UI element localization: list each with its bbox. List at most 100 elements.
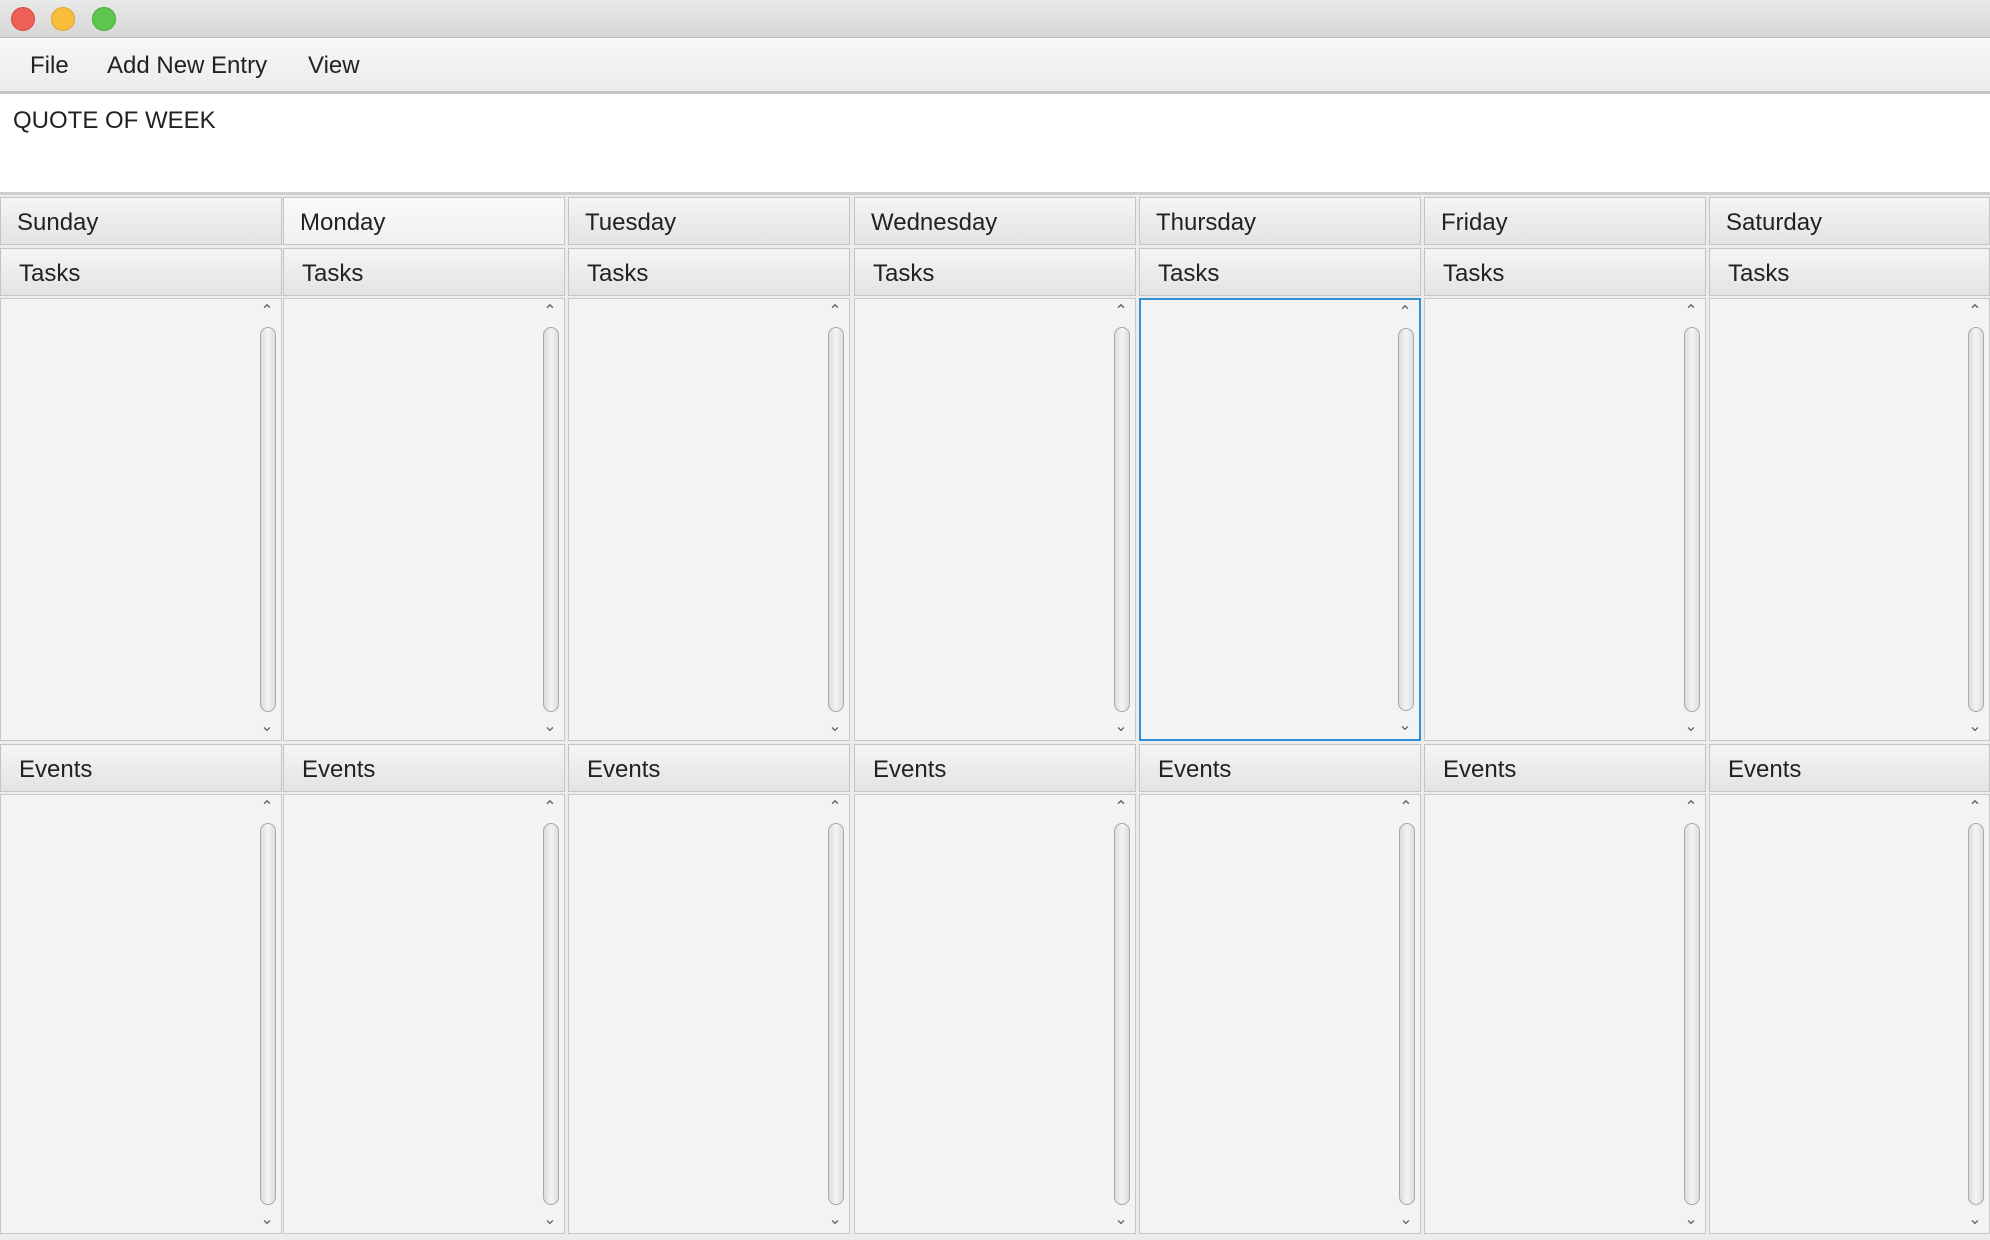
chevron-up-icon[interactable]: ⌃ bbox=[1392, 797, 1420, 819]
day-header-wednesday[interactable]: Wednesday bbox=[854, 197, 1136, 245]
vertical-scrollbar[interactable]: ⌃ ⌄ bbox=[1107, 299, 1135, 740]
day-name-label: Wednesday bbox=[871, 209, 998, 236]
events-label: Events bbox=[302, 756, 376, 783]
tasks-list-saturday[interactable]: ⌃ ⌄ bbox=[1709, 298, 1990, 741]
chevron-down-icon[interactable]: ⌄ bbox=[1677, 716, 1705, 738]
menu-file[interactable]: File bbox=[30, 52, 69, 80]
vertical-scrollbar[interactable]: ⌃ ⌄ bbox=[253, 299, 281, 740]
menu-add-new-entry[interactable]: Add New Entry bbox=[107, 52, 267, 80]
day-header-sunday[interactable]: Sunday bbox=[0, 197, 282, 245]
chevron-down-icon[interactable]: ⌄ bbox=[1961, 716, 1989, 738]
menu-view[interactable]: View bbox=[308, 52, 360, 80]
tasks-header-sunday: Tasks bbox=[0, 248, 282, 296]
vertical-scrollbar[interactable]: ⌃ ⌄ bbox=[536, 299, 564, 740]
minimize-window-button[interactable] bbox=[51, 7, 75, 31]
maximize-window-button[interactable] bbox=[92, 7, 116, 31]
events-list-friday[interactable]: ⌃ ⌄ bbox=[1424, 794, 1706, 1234]
tasks-list-friday[interactable]: ⌃ ⌄ bbox=[1424, 298, 1706, 741]
events-list-thursday[interactable]: ⌃ ⌄ bbox=[1139, 794, 1421, 1234]
scrollbar-thumb[interactable] bbox=[1684, 327, 1700, 712]
events-list-wednesday[interactable]: ⌃ ⌄ bbox=[854, 794, 1136, 1234]
tasks-list-monday[interactable]: ⌃ ⌄ bbox=[283, 298, 565, 741]
vertical-scrollbar[interactable]: ⌃ ⌄ bbox=[253, 795, 281, 1233]
events-list-monday[interactable]: ⌃ ⌄ bbox=[283, 794, 565, 1234]
tasks-list-tuesday[interactable]: ⌃ ⌄ bbox=[568, 298, 850, 741]
tasks-label: Tasks bbox=[302, 260, 364, 287]
chevron-down-icon[interactable]: ⌄ bbox=[821, 1209, 849, 1231]
chevron-up-icon[interactable]: ⌃ bbox=[821, 301, 849, 323]
day-header-saturday[interactable]: Saturday bbox=[1709, 197, 1990, 245]
day-header-tuesday[interactable]: Tuesday bbox=[568, 197, 850, 245]
tasks-list-thursday[interactable]: ⌃ ⌄ bbox=[1139, 298, 1421, 741]
vertical-scrollbar[interactable]: ⌃ ⌄ bbox=[1677, 299, 1705, 740]
events-label: Events bbox=[1158, 756, 1232, 783]
chevron-up-icon[interactable]: ⌃ bbox=[1961, 301, 1989, 323]
chevron-up-icon[interactable]: ⌃ bbox=[821, 797, 849, 819]
chevron-up-icon[interactable]: ⌃ bbox=[1677, 301, 1705, 323]
chevron-up-icon[interactable]: ⌃ bbox=[1107, 301, 1135, 323]
chevron-down-icon[interactable]: ⌄ bbox=[1961, 1209, 1989, 1231]
vertical-scrollbar[interactable]: ⌃ ⌄ bbox=[821, 299, 849, 740]
quote-of-week-label: QUOTE OF WEEK bbox=[13, 107, 216, 134]
scrollbar-thumb[interactable] bbox=[828, 823, 844, 1205]
events-list-sunday[interactable]: ⌃ ⌄ bbox=[0, 794, 282, 1234]
day-header-monday[interactable]: Monday bbox=[283, 197, 565, 245]
scrollbar-thumb[interactable] bbox=[1114, 327, 1130, 712]
chevron-up-icon[interactable]: ⌃ bbox=[253, 301, 281, 323]
chevron-up-icon[interactable]: ⌃ bbox=[1107, 797, 1135, 819]
day-name-label: Monday bbox=[300, 209, 386, 236]
menu-bar: File Add New Entry View bbox=[0, 38, 1990, 94]
scrollbar-thumb[interactable] bbox=[1968, 823, 1984, 1205]
events-list-tuesday[interactable]: ⌃ ⌄ bbox=[568, 794, 850, 1234]
day-header-friday[interactable]: Friday bbox=[1424, 197, 1706, 245]
chevron-down-icon[interactable]: ⌄ bbox=[821, 716, 849, 738]
chevron-up-icon[interactable]: ⌃ bbox=[1677, 797, 1705, 819]
vertical-scrollbar[interactable]: ⌃ ⌄ bbox=[1677, 795, 1705, 1233]
events-list-saturday[interactable]: ⌃ ⌄ bbox=[1709, 794, 1990, 1234]
tasks-label: Tasks bbox=[587, 260, 649, 287]
tasks-list-wednesday[interactable]: ⌃ ⌄ bbox=[854, 298, 1136, 741]
scrollbar-thumb[interactable] bbox=[1684, 823, 1700, 1205]
tasks-label: Tasks bbox=[1443, 260, 1505, 287]
day-header-thursday[interactable]: Thursday bbox=[1139, 197, 1421, 245]
events-label: Events bbox=[587, 756, 661, 783]
vertical-scrollbar[interactable]: ⌃ ⌄ bbox=[1392, 795, 1420, 1233]
events-header-friday: Events bbox=[1424, 744, 1706, 792]
chevron-down-icon[interactable]: ⌄ bbox=[1107, 716, 1135, 738]
scrollbar-thumb[interactable] bbox=[828, 327, 844, 712]
chevron-up-icon[interactable]: ⌃ bbox=[1391, 302, 1419, 324]
scrollbar-thumb[interactable] bbox=[1398, 328, 1414, 711]
chevron-up-icon[interactable]: ⌃ bbox=[1961, 797, 1989, 819]
chevron-down-icon[interactable]: ⌄ bbox=[1391, 715, 1419, 737]
vertical-scrollbar[interactable]: ⌃ ⌄ bbox=[1961, 299, 1989, 740]
events-header-tuesday: Events bbox=[568, 744, 850, 792]
chevron-down-icon[interactable]: ⌄ bbox=[253, 1209, 281, 1231]
vertical-scrollbar[interactable]: ⌃ ⌄ bbox=[1391, 300, 1419, 739]
scrollbar-thumb[interactable] bbox=[1399, 823, 1415, 1205]
vertical-scrollbar[interactable]: ⌃ ⌄ bbox=[1107, 795, 1135, 1233]
scrollbar-thumb[interactable] bbox=[1968, 327, 1984, 712]
chevron-down-icon[interactable]: ⌄ bbox=[1677, 1209, 1705, 1231]
scrollbar-thumb[interactable] bbox=[1114, 823, 1130, 1205]
scrollbar-thumb[interactable] bbox=[260, 823, 276, 1205]
chevron-up-icon[interactable]: ⌃ bbox=[536, 797, 564, 819]
chevron-down-icon[interactable]: ⌄ bbox=[536, 716, 564, 738]
chevron-down-icon[interactable]: ⌄ bbox=[1392, 1209, 1420, 1231]
chevron-down-icon[interactable]: ⌄ bbox=[1107, 1209, 1135, 1231]
scrollbar-thumb[interactable] bbox=[260, 327, 276, 712]
chevron-up-icon[interactable]: ⌃ bbox=[253, 797, 281, 819]
vertical-scrollbar[interactable]: ⌃ ⌄ bbox=[1961, 795, 1989, 1233]
tasks-header-monday: Tasks bbox=[283, 248, 565, 296]
day-column-thursday: Thursday Tasks ⌃ ⌄ Events ⌃ ⌄ bbox=[1139, 197, 1421, 1240]
tasks-header-wednesday: Tasks bbox=[854, 248, 1136, 296]
close-window-button[interactable] bbox=[11, 7, 35, 31]
scrollbar-thumb[interactable] bbox=[543, 823, 559, 1205]
tasks-list-sunday[interactable]: ⌃ ⌄ bbox=[0, 298, 282, 741]
vertical-scrollbar[interactable]: ⌃ ⌄ bbox=[536, 795, 564, 1233]
scrollbar-thumb[interactable] bbox=[543, 327, 559, 712]
vertical-scrollbar[interactable]: ⌃ ⌄ bbox=[821, 795, 849, 1233]
tasks-label: Tasks bbox=[1728, 260, 1790, 287]
chevron-down-icon[interactable]: ⌄ bbox=[253, 716, 281, 738]
chevron-up-icon[interactable]: ⌃ bbox=[536, 301, 564, 323]
chevron-down-icon[interactable]: ⌄ bbox=[536, 1209, 564, 1231]
